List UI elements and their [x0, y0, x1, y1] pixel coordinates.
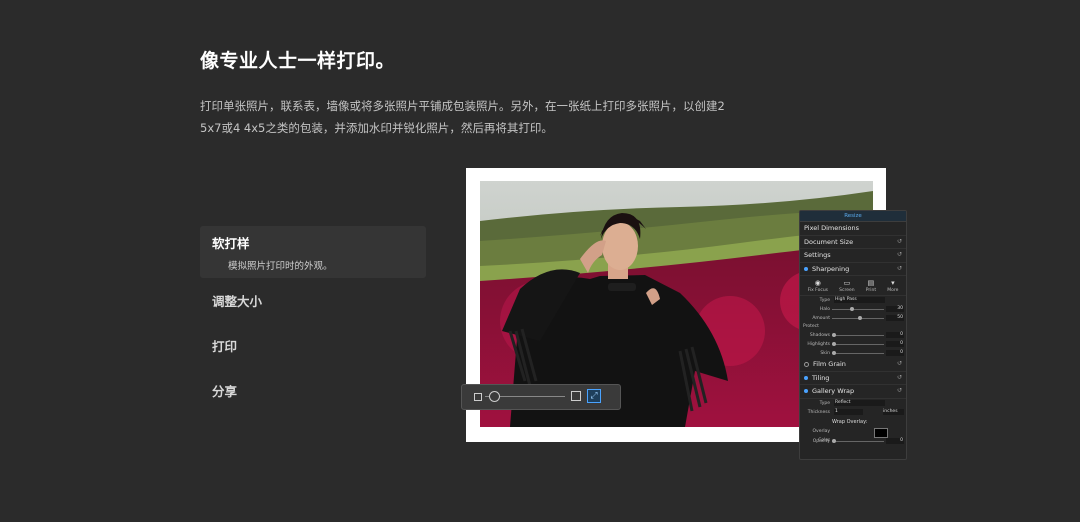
opacity-control: Opacity 0	[812, 437, 904, 444]
description-line-2: 5x7或4 4x5之类的包装，并添加水印并锐化照片，然后再将其打印。	[200, 121, 553, 135]
feature-menu: 软打样 模拟照片打印时的外观。 调整大小 打印 分享	[200, 226, 426, 413]
page-title: 像专业人士一样打印。	[200, 50, 396, 72]
sharpening-type-select[interactable]: High Pass	[834, 297, 885, 303]
pixel-dimensions-section[interactable]: Pixel Dimensions	[800, 222, 906, 236]
film-grain-section[interactable]: Film Grain ↺	[800, 358, 906, 372]
amount-value[interactable]: 50	[886, 315, 904, 321]
wrap-type-select[interactable]: Reflect	[834, 399, 885, 406]
shadows-value[interactable]: 0	[886, 332, 904, 338]
preset-screen[interactable]: ▭ Screen	[839, 279, 854, 293]
enabled-dot-icon[interactable]	[804, 375, 808, 380]
thickness-unit-select[interactable]: inches	[883, 408, 904, 415]
reset-icon[interactable]: ↺	[897, 358, 902, 371]
menu-item-print[interactable]: 打印	[200, 323, 426, 368]
reset-icon[interactable]: ↺	[897, 263, 902, 276]
protect-label: Protect	[803, 324, 819, 329]
monitor-icon: ▭	[843, 279, 851, 287]
halo-slider[interactable]	[832, 307, 884, 311]
sharpening-section[interactable]: Sharpening ↺	[800, 263, 906, 276]
thickness-input[interactable]: 1	[834, 408, 863, 415]
reset-icon[interactable]: ↺	[897, 249, 902, 262]
preset-print[interactable]: ▤ Print	[866, 279, 876, 293]
overlay-color-control: Overlay Color	[800, 427, 906, 443]
menu-item-description: 模拟照片打印时的外观。	[228, 260, 333, 272]
wrap-type-control: Type Reflect	[800, 399, 906, 408]
preset-more[interactable]: ▾ More	[887, 279, 898, 293]
tiling-section[interactable]: Tiling ↺	[800, 372, 906, 385]
highlights-value[interactable]: 0	[886, 341, 904, 347]
enabled-dot-icon[interactable]	[804, 266, 808, 271]
skin-control: Skin 0	[820, 350, 904, 356]
halo-control: Halo 30	[819, 306, 904, 312]
zoom-out-icon[interactable]	[474, 393, 482, 401]
halo-slider-handle[interactable]	[850, 307, 855, 311]
zoom-toolbar: ⤢	[461, 384, 621, 410]
printer-icon: ▤	[867, 279, 875, 287]
reset-icon[interactable]: ↺	[897, 372, 902, 385]
gallery-wrap-section[interactable]: Gallery Wrap ↺	[800, 385, 906, 399]
shadows-slider-handle[interactable]	[832, 333, 836, 337]
zoom-in-icon[interactable]	[571, 391, 581, 401]
document-size-section[interactable]: Document Size ↺	[800, 236, 906, 249]
amount-slider[interactable]	[832, 316, 884, 320]
menu-item-label: 调整大小	[212, 294, 263, 309]
disabled-dot-icon[interactable]	[804, 361, 809, 367]
halo-value[interactable]: 30	[886, 306, 904, 312]
thickness-control: Thickness 1 inches	[800, 408, 906, 417]
preset-fix-focus[interactable]: ◉ Fix Focus	[808, 279, 828, 293]
menu-item-share[interactable]: 分享	[200, 368, 426, 413]
opacity-slider[interactable]	[832, 438, 884, 443]
shadows-control: Shadows 0	[809, 332, 904, 338]
opacity-value[interactable]: 0	[886, 437, 904, 444]
highlights-slider-handle[interactable]	[832, 342, 836, 346]
resize-panel: Resize Pixel Dimensions Document Size ↺ S…	[799, 210, 907, 460]
highlights-slider[interactable]	[832, 342, 884, 346]
camera-icon: ◉	[814, 279, 821, 287]
amount-slider-handle[interactable]	[858, 316, 862, 320]
sharpening-presets: ◉ Fix Focus ▭ Screen ▤ Print ▾ More	[800, 276, 906, 296]
menu-item-soft-proof[interactable]: 软打样 模拟照片打印时的外观。	[200, 226, 426, 278]
zoom-slider-handle[interactable]	[489, 391, 500, 402]
highlights-control: Highlights 0	[807, 341, 904, 347]
enabled-dot-icon[interactable]	[804, 389, 808, 393]
fit-to-screen-icon[interactable]: ⤢	[587, 389, 601, 403]
more-icon: ▾	[891, 279, 895, 287]
menu-item-label: 打印	[212, 339, 238, 354]
settings-section[interactable]: Settings ↺	[800, 249, 906, 263]
page-description: 打印单张照片，联系表，墙像或将多张照片平铺成包装照片。另外，在一张纸上打印多张照…	[200, 95, 760, 139]
reset-icon[interactable]: ↺	[897, 385, 902, 398]
menu-item-label: 软打样	[212, 235, 250, 251]
tab-resize[interactable]: Resize	[800, 211, 906, 222]
menu-item-resize[interactable]: 调整大小	[200, 278, 426, 323]
reset-icon[interactable]: ↺	[897, 236, 902, 249]
opacity-slider-handle[interactable]	[832, 438, 836, 443]
skin-slider-handle[interactable]	[832, 351, 836, 355]
menu-item-label: 分享	[212, 384, 238, 399]
amount-control: Amount 50	[812, 315, 904, 321]
shadows-slider[interactable]	[832, 333, 884, 337]
wrap-overlay-label: Wrap Overlay:	[832, 418, 868, 425]
description-line-1: 打印单张照片，联系表，墙像或将多张照片平铺成包装照片。另外，在一张纸上打印多张照…	[200, 99, 725, 113]
skin-slider[interactable]	[832, 351, 884, 355]
skin-value[interactable]: 0	[886, 350, 904, 356]
sharpening-type-control: Type High Pass	[800, 296, 906, 305]
